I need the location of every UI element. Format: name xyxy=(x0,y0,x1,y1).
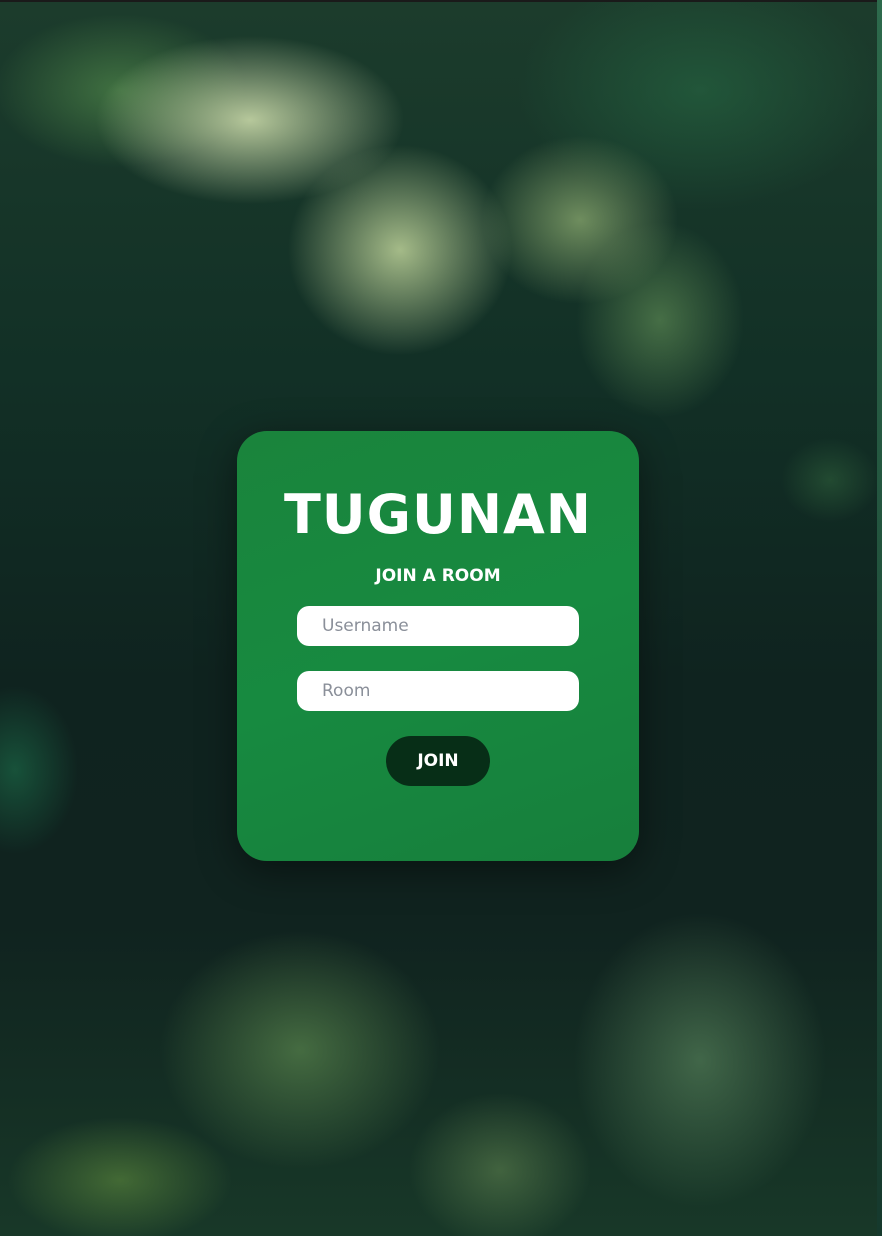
app-title: TUGUNAN xyxy=(283,483,593,546)
window-top-edge xyxy=(0,0,882,2)
join-room-heading: JOIN A ROOM xyxy=(375,566,501,586)
join-room-card: TUGUNAN JOIN A ROOM JOIN xyxy=(237,431,639,861)
join-button[interactable]: JOIN xyxy=(386,736,490,786)
username-input[interactable] xyxy=(297,606,579,646)
room-input[interactable] xyxy=(297,671,579,711)
window-right-edge xyxy=(877,0,882,1236)
